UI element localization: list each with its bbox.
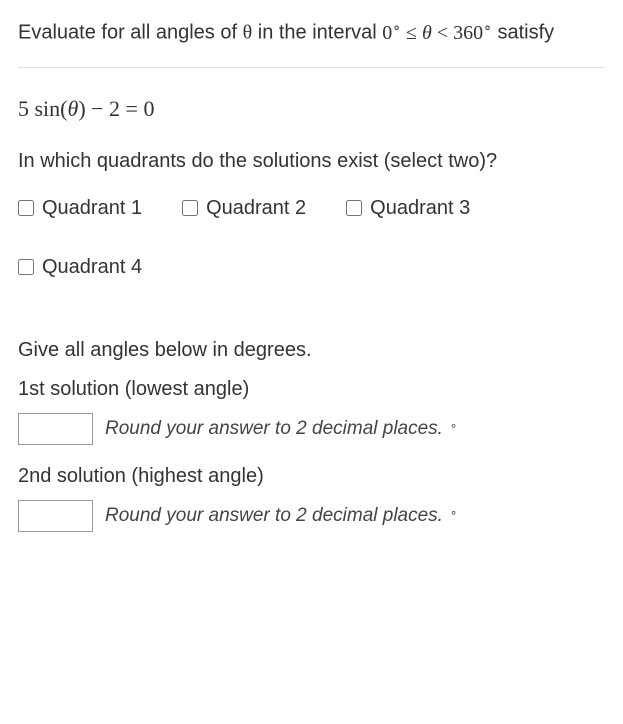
checkbox-label-q4: Quadrant 4 (42, 256, 142, 279)
prompt-suffix: satisfy (492, 22, 554, 44)
checkbox-input-q3[interactable] (346, 200, 362, 216)
checkbox-quadrant-3[interactable]: Quadrant 3 (346, 197, 470, 220)
checkbox-group: Quadrant 1 Quadrant 2 Quadrant 3 Quadran… (18, 197, 605, 279)
prompt-prefix: Evaluate for all angles of (18, 22, 243, 44)
checkbox-quadrant-4[interactable]: Quadrant 4 (18, 256, 142, 279)
equation: 5 sin(θ) − 2 = 0 (18, 96, 605, 122)
checkbox-label-q1: Quadrant 1 (42, 197, 142, 220)
solution-2-hint: Round your answer to 2 decimal places. (105, 505, 443, 527)
checkbox-input-q2[interactable] (182, 200, 198, 216)
checkbox-input-q4[interactable] (18, 259, 34, 275)
divider (18, 67, 605, 68)
angles-instruction: Give all angles below in degrees. (18, 339, 605, 362)
question-prompt: Evaluate for all angles of θ in the inte… (18, 18, 605, 47)
theta-symbol: θ (243, 22, 253, 44)
checkbox-label-q2: Quadrant 2 (206, 197, 306, 220)
solution-2-label: 2nd solution (highest angle) (18, 465, 605, 488)
prompt-mid: in the interval (252, 22, 382, 44)
solution-2-row: Round your answer to 2 decimal places. ° (18, 500, 605, 532)
checkbox-input-q1[interactable] (18, 200, 34, 216)
checkbox-label-q3: Quadrant 3 (370, 197, 470, 220)
solution-1-input[interactable] (18, 413, 93, 445)
interval-expression: 0∘ ≤ θ < 360∘ (382, 22, 492, 44)
quadrant-question: In which quadrants do the solutions exis… (18, 150, 605, 173)
solution-1-label: 1st solution (lowest angle) (18, 378, 605, 401)
degree-symbol-1: ° (451, 421, 456, 436)
solution-1-row: Round your answer to 2 decimal places. ° (18, 413, 605, 445)
solution-2-input[interactable] (18, 500, 93, 532)
solution-1-hint: Round your answer to 2 decimal places. (105, 418, 443, 440)
degree-symbol-2: ° (451, 508, 456, 523)
checkbox-quadrant-1[interactable]: Quadrant 1 (18, 197, 142, 220)
checkbox-quadrant-2[interactable]: Quadrant 2 (182, 197, 306, 220)
